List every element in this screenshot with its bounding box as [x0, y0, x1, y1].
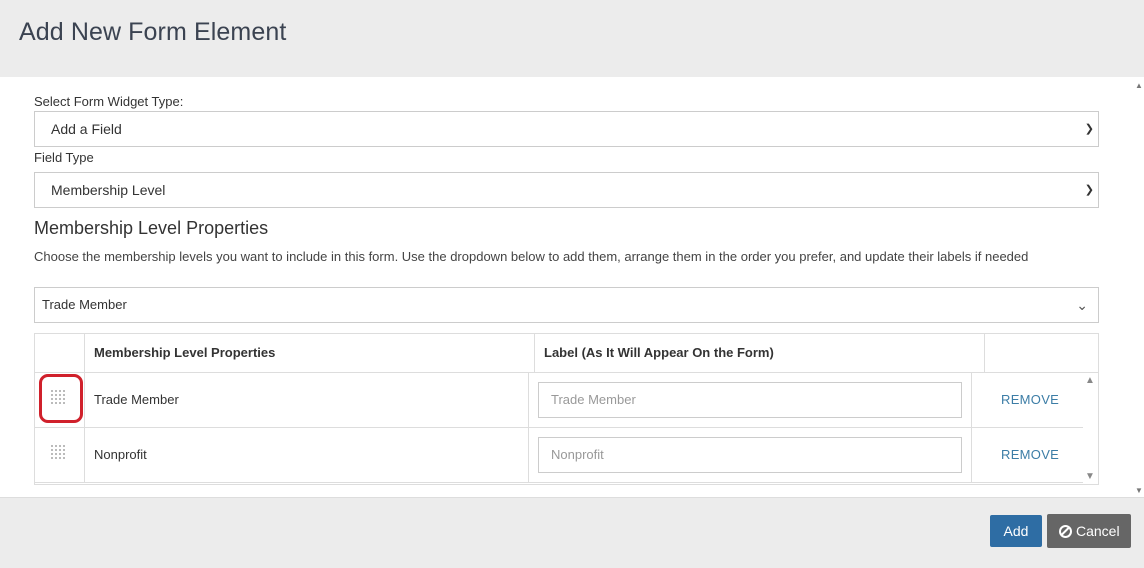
membership-level-dropdown-value: Trade Member [42, 297, 127, 312]
field-type-select[interactable]: Membership Level ❯ [34, 172, 1099, 208]
dialog-header: Add New Form Element [0, 0, 1144, 77]
remove-button[interactable]: REMOVE [1001, 428, 1059, 481]
scroll-down-icon[interactable]: ▼ [1085, 472, 1095, 482]
dialog-scrollbar[interactable]: ▲ ▼ [1134, 77, 1144, 497]
dialog-title: Add New Form Element [19, 18, 287, 46]
properties-title: Membership Level Properties [34, 218, 269, 238]
membership-level-name: Trade Member [94, 392, 179, 407]
drag-handle-icon[interactable] [51, 445, 69, 463]
widget-type-value: Add a Field [51, 121, 122, 137]
drag-handle-highlight [39, 374, 83, 423]
table-scrollbar[interactable]: ▲ ▼ [1083, 373, 1098, 484]
chevron-down-icon: ⌄ [1076, 297, 1088, 313]
scroll-up-icon[interactable]: ▲ [1135, 82, 1143, 90]
remove-button[interactable]: REMOVE [1001, 373, 1059, 426]
cancel-button[interactable]: Cancel [1047, 514, 1131, 548]
scroll-down-icon[interactable]: ▼ [1135, 487, 1143, 495]
membership-levels-table: Membership Level Properties Label (As It… [34, 333, 1099, 485]
scroll-up-icon[interactable]: ▲ [1085, 376, 1095, 386]
dialog-footer: Add Cancel [0, 497, 1144, 568]
chevron-down-icon: ❯ [1084, 123, 1094, 135]
field-type-label: Field Type [34, 150, 94, 165]
properties-description: Choose the membership levels you want to… [34, 249, 1029, 264]
chevron-down-icon: ❯ [1084, 184, 1094, 196]
membership-level-dropdown[interactable]: Trade Member ⌄ [34, 287, 1099, 323]
table-row: Trade Member Trade Member REMOVE [35, 373, 1083, 428]
cancel-label: Cancel [1076, 523, 1120, 539]
widget-type-label: Select Form Widget Type: [34, 94, 184, 109]
table-header: Membership Level Properties Label (As It… [35, 334, 1098, 373]
label-input[interactable]: Trade Member [538, 382, 962, 418]
label-input[interactable]: Nonprofit [538, 437, 962, 473]
table-row: Nonprofit Nonprofit REMOVE [35, 428, 1083, 483]
ban-icon [1059, 525, 1072, 538]
dialog-body: ▲ ▼ Select Form Widget Type: Add a Field… [0, 77, 1144, 497]
widget-type-select[interactable]: Add a Field ❯ [34, 111, 1099, 147]
membership-level-name: Nonprofit [94, 447, 147, 462]
column-header-level: Membership Level Properties [94, 345, 276, 360]
field-type-value: Membership Level [51, 182, 166, 198]
column-header-label: Label (As It Will Appear On the Form) [544, 345, 774, 360]
add-button[interactable]: Add [990, 515, 1042, 547]
